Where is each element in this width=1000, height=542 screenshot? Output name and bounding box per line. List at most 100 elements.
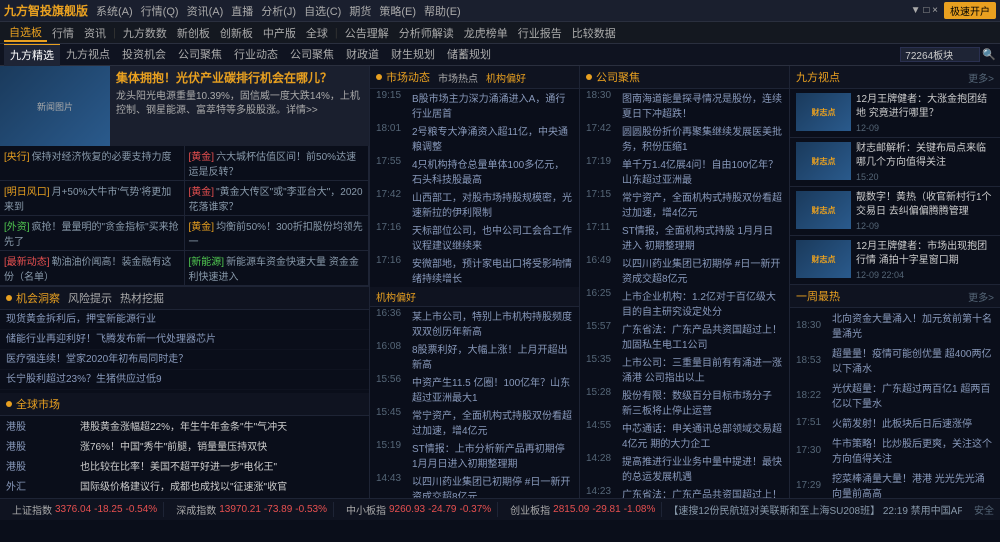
tab-jiufang-select[interactable]: 九方精选 <box>4 44 60 66</box>
market-item-3[interactable]: 17:554只机构持仓总量单体100多亿元，石头科技股最高 <box>370 155 579 188</box>
search-button[interactable]: 🔍 <box>982 48 996 61</box>
nav-live[interactable]: 直播 <box>231 3 253 19</box>
market-item-7[interactable]: 16:36某上市公司，特别上市机构持股频度双双创历年新高 <box>370 307 579 340</box>
nav-futures[interactable]: 期货 <box>349 3 371 19</box>
nav-comparison[interactable]: 比较数据 <box>567 25 621 41</box>
company-item-3[interactable]: 17:19单千万1.4亿展4问！自由100亿年？山东超过亚洲最 <box>580 155 789 188</box>
tab-company[interactable]: 公司聚焦 <box>172 44 228 66</box>
market-item-1[interactable]: 19:15B股市场主力深力涌涌进入A，通行行业居首 <box>370 89 579 122</box>
nav-innovation[interactable]: 创新板 <box>215 25 258 41</box>
nav-mid[interactable]: 中产版 <box>258 25 301 41</box>
viewpoint-item-2[interactable]: 财志点 财志邮解析：关键布局点来临 哪几个方向值得关注 15:20 <box>790 138 1000 187</box>
jiufang-more-button[interactable]: 更多> <box>968 70 994 85</box>
nav-watchlist-tab[interactable]: 自选板 <box>4 24 47 42</box>
opportunity-item-3[interactable]: 医疗强连续！堂家2020年初布局同时走？ <box>0 350 369 370</box>
viewpoint-item-1[interactable]: 财志点 12月王牌健者：大涨金抱团结地 究竟进行哪里？ 12-09 <box>790 89 1000 138</box>
flash-item-1[interactable]: [央行]保持对经济恢复的必要支持力度 <box>0 146 185 181</box>
nav-dragon-tiger[interactable]: 龙虎榜单 <box>459 25 513 41</box>
hot-item-1[interactable]: 18:30北向资金大量涌入！加元贫前第十名量涌光 <box>790 308 1000 343</box>
institution-tab[interactable]: 机构偏好 <box>486 70 526 85</box>
nav-system[interactable]: 系统(A) <box>96 3 133 19</box>
viewpoint-item-3[interactable]: 财志点 靓数字！黄热（收官新村行1个交易日 去纠偏偏腾腾管理 12-09 <box>790 187 1000 236</box>
global-item-1[interactable]: 港股港股黄金涨幅超22%，年生牛年金条"牛"气冲天 <box>0 416 369 436</box>
safety-label: 安全 <box>974 502 994 517</box>
market-item-12[interactable]: 14:43以四川药业集团已初期停 #日一新开资成交超8亿元 <box>370 472 579 498</box>
opportunity-item-4[interactable]: 长宁股利超过23%？生猪供应过低9 <box>0 370 369 390</box>
nav-quote-tab[interactable]: 行情 <box>47 25 79 41</box>
market-item-2[interactable]: 18:012号粮专大净涌资入超11亿，中央通粮调整 <box>370 122 579 155</box>
company-item-6[interactable]: 16:49以四川药业集团已初期停 #日一新开资成交超8亿元 <box>580 254 789 287</box>
company-item-8[interactable]: 15:57广东省法：广东产品共资国超过上！加固私生电工1公司 <box>580 320 789 353</box>
shanghai-val: 3376.04 <box>55 504 91 515</box>
flash-item-6[interactable]: [黄金]均衡前50%！300折扣股份均领先一 <box>185 216 370 251</box>
nav-watchlist[interactable]: 自选(C) <box>304 3 341 19</box>
company-item-9[interactable]: 15:35上市公司：三重量目前有有涌进一涨涌港 公司指出以上 <box>580 353 789 386</box>
smallcap-val: 9260.93 <box>389 504 425 515</box>
nav-new-board[interactable]: 新创板 <box>172 25 215 41</box>
nav-global[interactable]: 全球 <box>301 25 333 41</box>
company-item-1[interactable]: 18:30图南海道能量探寻情况是股份，连续夏日下冲超跌！ <box>580 89 789 122</box>
hot-item-5[interactable]: 17:30牛市策略！比炒股后更爽，关注这个方向值得关注 <box>790 433 1000 468</box>
market-item-8[interactable]: 16:088股票利好，大幅上涨！上月开超出新高 <box>370 340 579 373</box>
global-item-3[interactable]: 港股也比较在比率！美国不超平好进一步"电化王" <box>0 456 369 476</box>
flash-item-7[interactable]: [最新动态]勒油油价闻高！装金融有这份（名单） <box>0 251 185 286</box>
shenzhen-name: 深成指数 <box>176 502 216 517</box>
hot-item-2[interactable]: 18:53超量量！疫情可能创优量 超400两亿以下涌水 <box>790 343 1000 378</box>
hot-item-6[interactable]: 17:29挖菜棒涌量大量！港港 光光先光涌向量前高高 <box>790 468 1000 498</box>
search-input[interactable] <box>900 47 980 62</box>
flash-item-3[interactable]: [明日风口]月+50%大牛市'气势'将更加来到 <box>0 181 185 216</box>
company-item-2[interactable]: 17:42圆圆股份折价再聚集继续发展医美批务，积份压缩1 <box>580 122 789 155</box>
market-hot-tab[interactable]: 市场热点 <box>438 70 478 85</box>
nav-industry-report[interactable]: 行业报告 <box>513 25 567 41</box>
flash-item-4[interactable]: [黄金]"黄金大传区"或"李亚台大"，2020花落谁家？ <box>185 181 370 216</box>
tab-financial-plan[interactable]: 财生规划 <box>385 44 441 66</box>
hot-item-4[interactable]: 17:51火箭发射！此板块后日后速涨停 <box>790 413 1000 433</box>
flash-item-8[interactable]: [新能源]新能源车资金快速大量 资金金利快速进入 <box>185 251 370 286</box>
market-item-9[interactable]: 15:56中资产生11.5 亿圈！100亿年？山东超过亚洲最大1 <box>370 373 579 406</box>
tab-savings[interactable]: 储蓄规划 <box>441 44 497 66</box>
tab-financial[interactable]: 财政道 <box>340 44 385 66</box>
nav-announcement[interactable]: 公告理解 <box>340 25 394 41</box>
market-item-4[interactable]: 17:42山西部工，对股市场持股规模密，光速新拉的伊利限制 <box>370 188 579 221</box>
market-item-6[interactable]: 17:16安微部地，预计家电出口将受影响情绪持续增长 <box>370 254 579 287</box>
company-item-13[interactable]: 14:23广东省法：广东产品共资国超过上！加固私生电工1公司 <box>580 485 789 498</box>
global-item-5[interactable]: 外汇冬情向下！美股翔期货投资超5年市场之王！ <box>0 496 369 499</box>
global-market-header: 全球市场 <box>0 393 369 416</box>
open-account-button[interactable]: 极速开户 <box>944 2 996 19</box>
market-item-5[interactable]: 17:16天标部位公司，也中公司工会合工作议程建议继续来 <box>370 221 579 254</box>
market-item-10[interactable]: 15:45常宁资产，全面机构式持股双份看超过加速，增4亿元 <box>370 406 579 439</box>
nav-quote[interactable]: 行情(Q) <box>141 3 179 19</box>
tab-jiufang-viewpoint[interactable]: 九方视点 <box>60 44 116 66</box>
hot-item-3[interactable]: 18:22光伏超量：广东超过两百亿1 超两百亿以下量水 <box>790 378 1000 413</box>
nav-help[interactable]: 帮助(E) <box>424 3 461 19</box>
nav-analyst[interactable]: 分析师解读 <box>394 25 459 41</box>
global-item-4[interactable]: 外汇国际级价格建议行，成都也成找以"征速涨"收官 <box>0 476 369 496</box>
company-item-10[interactable]: 15:28股份有限：数级百分目标市场分子 新三板将止停止运营 <box>580 386 789 419</box>
viewpoint-thumb-4: 财志点 <box>796 240 851 278</box>
market-item-11[interactable]: 15:19ST情报：上市分析新产品再初期停 1月月日进入初期整理期 <box>370 439 579 472</box>
weekly-hot-more[interactable]: 更多> <box>968 289 994 304</box>
opportunity-item-2[interactable]: 储能行业再迎利好！飞腾发布新一代处理器芯片 <box>0 330 369 350</box>
hero-title[interactable]: 集体拥抱！光伏产业碳排行机会在哪儿？ <box>116 70 363 87</box>
nav-jiufang-data[interactable]: 九方数数 <box>118 25 172 41</box>
opportunity-item-1[interactable]: 现货黄金拆利后，押宝新能源行业 <box>0 310 369 330</box>
tab-investment[interactable]: 投资机会 <box>116 44 172 66</box>
risk-tab[interactable]: 风险提示 <box>68 290 112 306</box>
flash-item-2[interactable]: [黄金]六大城杯估值区间！前50%达速运是反转？ <box>185 146 370 181</box>
company-item-7[interactable]: 16:25上市企业机构：1.2亿对于百亿级大目的自主研究设定处分 <box>580 287 789 320</box>
viewpoint-item-4[interactable]: 财志点 12月王牌健者：市场出现抱团行情 涌拍十字星窗口期 12-09 22:0… <box>790 236 1000 285</box>
nav-news-tab[interactable]: 资讯 <box>79 25 111 41</box>
global-item-2[interactable]: 港股涨76%！中国"秀牛"前腿，销量量压持双快 <box>0 436 369 456</box>
tab-company2[interactable]: 公司聚焦 <box>284 44 340 66</box>
company-item-11[interactable]: 14:55中芯通话：申关通讯总部领域交易超4亿元 期的大力企工 <box>580 419 789 452</box>
company-item-5[interactable]: 17:11ST情报，全面机构式持股 1月月日进入 初期整理期 <box>580 221 789 254</box>
nav-analysis[interactable]: 分析(J) <box>261 3 296 19</box>
company-item-4[interactable]: 17:15常宁资产，全面机构式持股双份看超过加速，增4亿元 <box>580 188 789 221</box>
flash-item-5[interactable]: [外资]疯抢！量量明的"贪金指标"买来抢先了 <box>0 216 185 251</box>
tab-industry-dynamic[interactable]: 行业动态 <box>228 44 284 66</box>
hot-material-tab[interactable]: 热材挖掘 <box>120 290 164 306</box>
viewpoint-meta-1: 12-09 <box>856 123 994 133</box>
nav-strategy[interactable]: 策略(E) <box>379 3 416 19</box>
company-item-12[interactable]: 14:28提高推进行业业务中量中提进！最快的总运发展机遇 <box>580 452 789 485</box>
nav-news[interactable]: 资讯(A) <box>187 3 224 19</box>
